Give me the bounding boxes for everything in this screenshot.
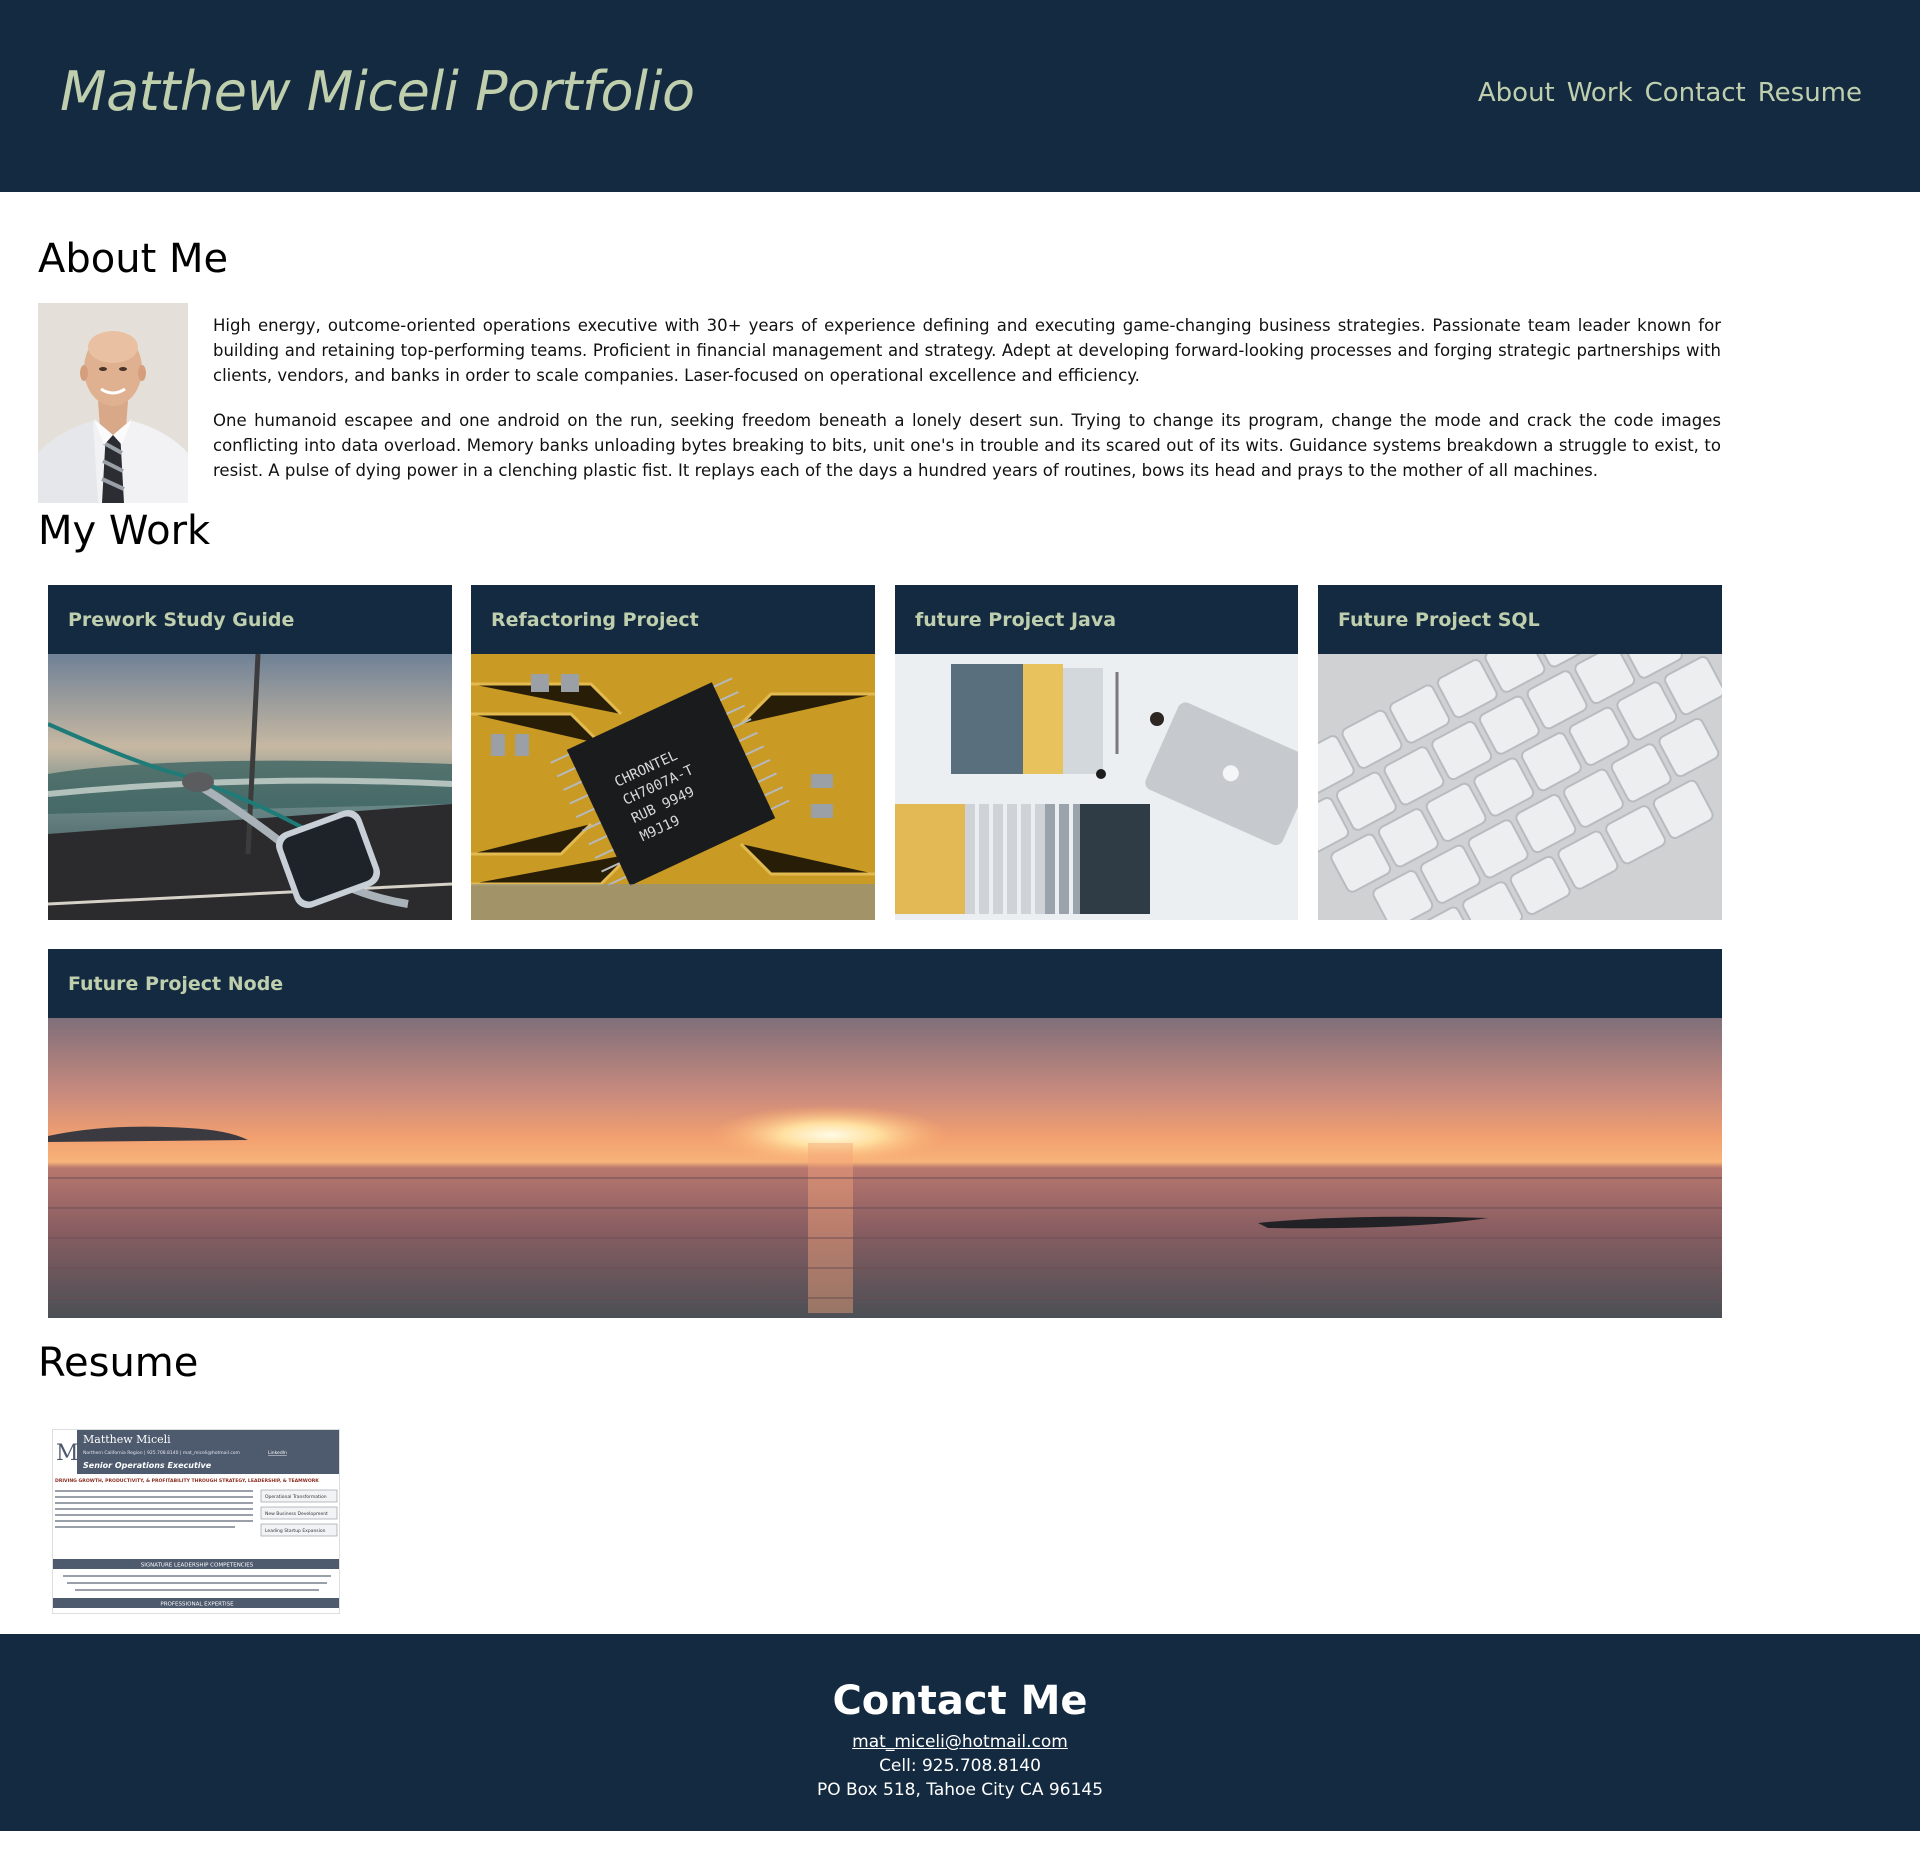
project-card-refactoring[interactable]: Refactoring Project CHRONTEL CH7007A-T R…: [471, 585, 875, 920]
project-image-notebooks-laptop: [895, 654, 1298, 920]
project-card-sql[interactable]: Future Project SQL: [1318, 585, 1722, 920]
about-text: High energy, outcome-oriented operations…: [213, 313, 1721, 483]
project-card-node[interactable]: Future Project Node: [48, 949, 1722, 1318]
main-nav: About Work Contact Resume: [1478, 78, 1862, 108]
profile-photo: [38, 303, 188, 503]
project-title: Future Project SQL: [1318, 585, 1722, 654]
site-header: Matthew Miceli Portfolio About Work Cont…: [0, 0, 1920, 192]
about-paragraph: One humanoid escapee and one android on …: [213, 411, 1721, 480]
resume-expertise-heading: PROFESSIONAL EXPERTISE: [160, 1602, 234, 1608]
nav-link-about[interactable]: About: [1478, 78, 1555, 108]
project-title: Prework Study Guide: [48, 585, 452, 654]
resume-side-item: Operational Transformation: [265, 1494, 327, 1500]
project-card-java[interactable]: future Project Java: [895, 585, 1298, 920]
resume-thumbnail[interactable]: M Matthew Miceli Northern California Reg…: [52, 1429, 340, 1614]
project-card-prework[interactable]: Prework Study Guide: [48, 585, 452, 920]
project-image-keyboard: [1318, 654, 1722, 920]
resume-role: Senior Operations Executive: [83, 1461, 212, 1470]
resume-heading: Resume: [38, 1340, 199, 1386]
resume-contact-line: Northern California Region | 925.708.814…: [83, 1450, 240, 1456]
project-image-sunset: [48, 1018, 1722, 1318]
project-title: future Project Java: [895, 585, 1298, 654]
resume-name: Matthew Miceli: [83, 1433, 171, 1446]
contact-email-link[interactable]: mat_miceli@hotmail.com: [852, 1732, 1068, 1752]
resume-linkedin-link: LinkedIn: [268, 1450, 287, 1456]
site-title: Matthew Miceli Portfolio: [60, 60, 695, 123]
work-heading: My Work: [38, 508, 211, 554]
nav-link-contact[interactable]: Contact: [1645, 78, 1746, 108]
svg-text:M: M: [56, 1441, 79, 1466]
contact-heading: Contact Me: [832, 1678, 1088, 1724]
resume-side-item: New Business Development: [265, 1511, 328, 1517]
contact-footer: Contact Me mat_miceli@hotmail.com Cell: …: [0, 1634, 1920, 1831]
resume-side-item: Leading Startup Expansion: [265, 1528, 326, 1534]
project-title: Refactoring Project: [471, 585, 875, 654]
project-title: Future Project Node: [48, 949, 1722, 1018]
project-image-phone-boat: [48, 654, 452, 920]
contact-cell: Cell: 925.708.8140: [879, 1756, 1041, 1776]
contact-address: PO Box 518, Tahoe City CA 96145: [816, 1780, 1104, 1800]
about-paragraph: High energy, outcome-oriented operations…: [213, 316, 1721, 385]
project-image-circuit-chip: CHRONTEL CH7007A-T RUB 9949 M9J19: [471, 654, 875, 920]
resume-tagline: DRIVING GROWTH, PRODUCTIVITY, & PROFITAB…: [55, 1478, 319, 1484]
nav-link-resume[interactable]: Resume: [1758, 78, 1862, 108]
about-heading: About Me: [38, 236, 229, 282]
resume-competencies-heading: SIGNATURE LEADERSHIP COMPETENCIES: [141, 1563, 254, 1569]
nav-link-work[interactable]: Work: [1567, 78, 1633, 108]
